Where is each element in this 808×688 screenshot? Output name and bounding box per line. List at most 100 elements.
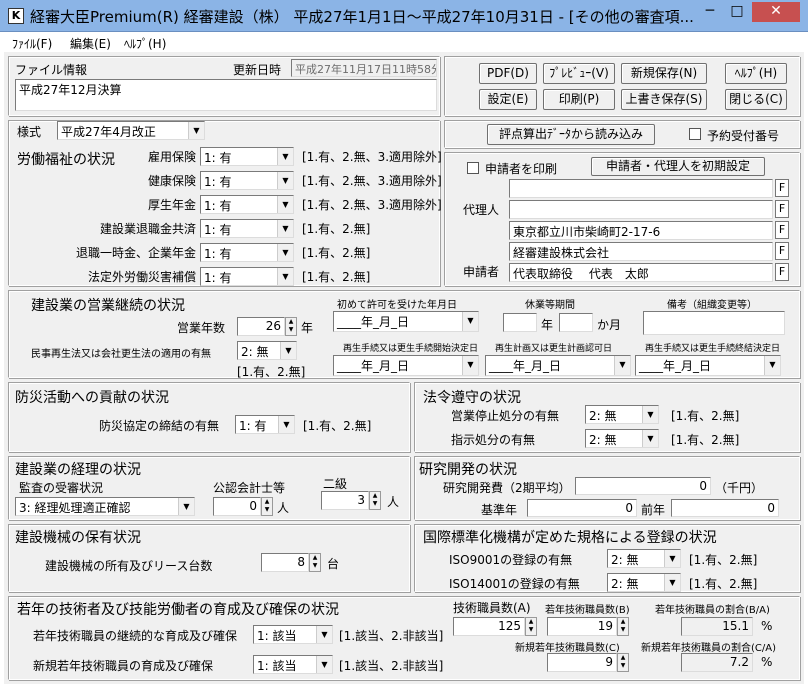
iso-panel: 国際標準化機構が定めた規格による登録の状況 ISO9001の登録の有無 2: 無… bbox=[414, 524, 800, 592]
select-value: 2: 無 bbox=[589, 409, 617, 423]
civil1-date[interactable]: ____年_月_日 ▼ bbox=[333, 355, 479, 376]
minimize-button[interactable]: ─ bbox=[696, 2, 724, 22]
young-count-stepper[interactable]: ▲ ▼ bbox=[617, 617, 629, 636]
chevron-up-icon: ▲ bbox=[620, 618, 626, 625]
young-count-field[interactable]: 19 bbox=[547, 617, 617, 636]
new-young-count-stepper[interactable]: ▲ ▼ bbox=[617, 653, 629, 672]
print-applicant-checkbox[interactable] bbox=[467, 162, 479, 174]
menu-help[interactable]: ﾍﾙﾌﾟ(H) bbox=[124, 35, 166, 52]
base-year-field[interactable]: 0 bbox=[527, 499, 637, 517]
business-continuity-panel: 建設業の営業継続の状況 営業年数 26 ▲ ▼ 年 民事再生法又は会社更生法の適用… bbox=[8, 290, 800, 379]
disaster-heading: 防災活動への貢献の状況 bbox=[15, 390, 169, 406]
applicant-representative[interactable]: 代表取締役 代表 太郎 bbox=[509, 263, 773, 282]
help-button[interactable]: ﾍﾙﾌﾟ(H) bbox=[725, 63, 787, 84]
font-button[interactable]: F bbox=[775, 221, 789, 239]
applicant-company[interactable]: 経審建設株式会社 bbox=[509, 242, 773, 261]
updated-field[interactable]: 平成27年11月17日11時58分 bbox=[291, 59, 437, 77]
file-memo-field[interactable]: 平成27年12月決算 bbox=[15, 79, 437, 111]
machinery-stepper[interactable]: ▲ ▼ bbox=[309, 553, 321, 572]
suspend-years-field[interactable] bbox=[503, 313, 537, 332]
chevron-down-icon: ▼ bbox=[312, 562, 318, 569]
labor-row-hint: [1.有、2.無] bbox=[302, 222, 371, 236]
prev-year-field[interactable]: 0 bbox=[671, 499, 779, 517]
chevron-down-icon: ▼ bbox=[664, 550, 680, 567]
cpa-stepper[interactable]: ▲ ▼ bbox=[261, 497, 273, 516]
audit-select[interactable]: 3: 経理処理適正確認 ▼ bbox=[15, 497, 195, 516]
tech-count-field[interactable]: 125 bbox=[453, 617, 525, 636]
suspension-select[interactable]: 2: 無 ▼ bbox=[585, 405, 659, 424]
retirement-mutual-aid-select[interactable]: 1: 有 ▼ bbox=[200, 219, 294, 238]
maximize-button[interactable]: □ bbox=[724, 2, 750, 22]
young-cont-select[interactable]: 1: 該当 ▼ bbox=[253, 625, 333, 644]
labor-row-label: 法定外労働災害補償 bbox=[87, 270, 196, 284]
civil-label: 民事再生法又は会社更生法の適用の有無 bbox=[31, 349, 211, 360]
machinery-field[interactable]: 8 bbox=[261, 553, 309, 572]
close-window-button[interactable]: ✕ bbox=[752, 2, 800, 22]
agent-label: 代理人 bbox=[463, 203, 500, 217]
employment-insurance-select[interactable]: 1: 有 ▼ bbox=[200, 147, 294, 166]
accident-compensation-select[interactable]: 1: 有 ▼ bbox=[200, 267, 294, 286]
init-applicant-button[interactable]: 申請者・代理人を初期設定 bbox=[591, 157, 765, 176]
years-stepper[interactable]: ▲ ▼ bbox=[285, 317, 297, 336]
new-young-count-field[interactable]: 9 bbox=[547, 653, 617, 672]
labor-row-hint: [1.有、2.無、3.適用除外] bbox=[302, 150, 442, 164]
style-select[interactable]: 平成27年4月改正 ▼ bbox=[57, 121, 205, 140]
preview-button[interactable]: ﾌﾟﾚﾋﾞｭｰ(V) bbox=[543, 63, 615, 84]
menu-edit[interactable]: 編集(E) bbox=[70, 35, 111, 52]
iso14001-select[interactable]: 2: 無 ▼ bbox=[607, 573, 681, 592]
select-value: 2: 無 bbox=[611, 553, 639, 567]
agent-line-2[interactable] bbox=[509, 200, 773, 219]
select-value: 1: 有 bbox=[239, 419, 267, 433]
reservation-checkbox[interactable] bbox=[689, 128, 701, 140]
font-button[interactable]: F bbox=[775, 200, 789, 218]
pdf-button[interactable]: PDF(D) bbox=[479, 63, 537, 84]
import-data-button[interactable]: 評点算出ﾃﾞｰﾀから読み込み bbox=[487, 124, 655, 145]
pension-select[interactable]: 1: 有 ▼ bbox=[200, 195, 294, 214]
law-heading: 法令遵守の状況 bbox=[423, 390, 521, 406]
cpa-field[interactable]: 0 bbox=[213, 497, 261, 516]
menu-file[interactable]: ﾌｧｲﾙ(F) bbox=[12, 35, 52, 52]
accounting-heading: 建設業の経理の状況 bbox=[15, 462, 141, 478]
select-value: 1: 有 bbox=[204, 151, 232, 165]
civil2-date[interactable]: ____年_月_日 ▼ bbox=[485, 355, 631, 376]
disaster-select[interactable]: 1: 有 ▼ bbox=[235, 415, 295, 434]
select-value: 1: 該当 bbox=[257, 659, 297, 673]
first-permit-label: 初めて許可を受けた年月日 bbox=[337, 300, 457, 311]
instruction-select[interactable]: 2: 無 ▼ bbox=[585, 429, 659, 448]
print-button[interactable]: 印刷(P) bbox=[543, 89, 615, 110]
font-button[interactable]: F bbox=[775, 263, 789, 281]
years-field[interactable]: 26 bbox=[237, 317, 285, 336]
research-heading: 研究開発の状況 bbox=[419, 462, 517, 478]
window-app-icon[interactable]: K bbox=[8, 8, 24, 24]
suspend-months-field[interactable] bbox=[559, 313, 593, 332]
civil-select[interactable]: 2: 無 ▼ bbox=[237, 341, 297, 360]
overwrite-save-button[interactable]: 上書き保存(S) bbox=[621, 89, 707, 110]
select-value: 1: 有 bbox=[204, 247, 232, 261]
iso9001-select[interactable]: 2: 無 ▼ bbox=[607, 549, 681, 568]
select-value: 1: 有 bbox=[204, 271, 232, 285]
tech-count-stepper[interactable]: ▲ ▼ bbox=[525, 617, 537, 636]
font-button[interactable]: F bbox=[775, 242, 789, 260]
new-young-ratio-field: 7.2 bbox=[681, 653, 753, 672]
chevron-down-icon: ▼ bbox=[188, 122, 204, 139]
chevron-down-icon: ▼ bbox=[620, 626, 626, 633]
settings-button[interactable]: 設定(E) bbox=[479, 89, 537, 110]
health-insurance-select[interactable]: 1: 有 ▼ bbox=[200, 171, 294, 190]
remarks-field[interactable] bbox=[643, 311, 785, 335]
font-button[interactable]: F bbox=[775, 179, 789, 197]
young-new-select[interactable]: 1: 該当 ▼ bbox=[253, 655, 333, 674]
agent-line-1[interactable] bbox=[509, 179, 773, 198]
retirement-pension-select[interactable]: 1: 有 ▼ bbox=[200, 243, 294, 262]
grade2-field[interactable]: 3 bbox=[321, 491, 369, 510]
law-compliance-panel: 法令遵守の状況 営業停止処分の有無 2: 無 ▼ [1.有、2.無] 指示処分の有… bbox=[414, 382, 800, 452]
applicant-address[interactable]: 東京都立川市柴崎町2-17-6 bbox=[509, 221, 773, 240]
close-button[interactable]: 閉じる(C) bbox=[725, 89, 787, 110]
save-new-button[interactable]: 新規保存(N) bbox=[621, 63, 707, 84]
chevron-down-icon: ▼ bbox=[764, 356, 780, 375]
file-info-panel: ファイル情報 更新日時 平成27年11月17日11時58分 平成27年12月決算 bbox=[8, 56, 440, 116]
first-permit-date[interactable]: ____年_月_日 ▼ bbox=[333, 311, 479, 332]
machinery-label: 建設機械の所有及びリース台数 bbox=[45, 559, 213, 573]
civil3-date[interactable]: ____年_月_日 ▼ bbox=[635, 355, 781, 376]
grade2-stepper[interactable]: ▲ ▼ bbox=[369, 491, 381, 510]
research-avg-field[interactable]: 0 bbox=[575, 477, 711, 495]
